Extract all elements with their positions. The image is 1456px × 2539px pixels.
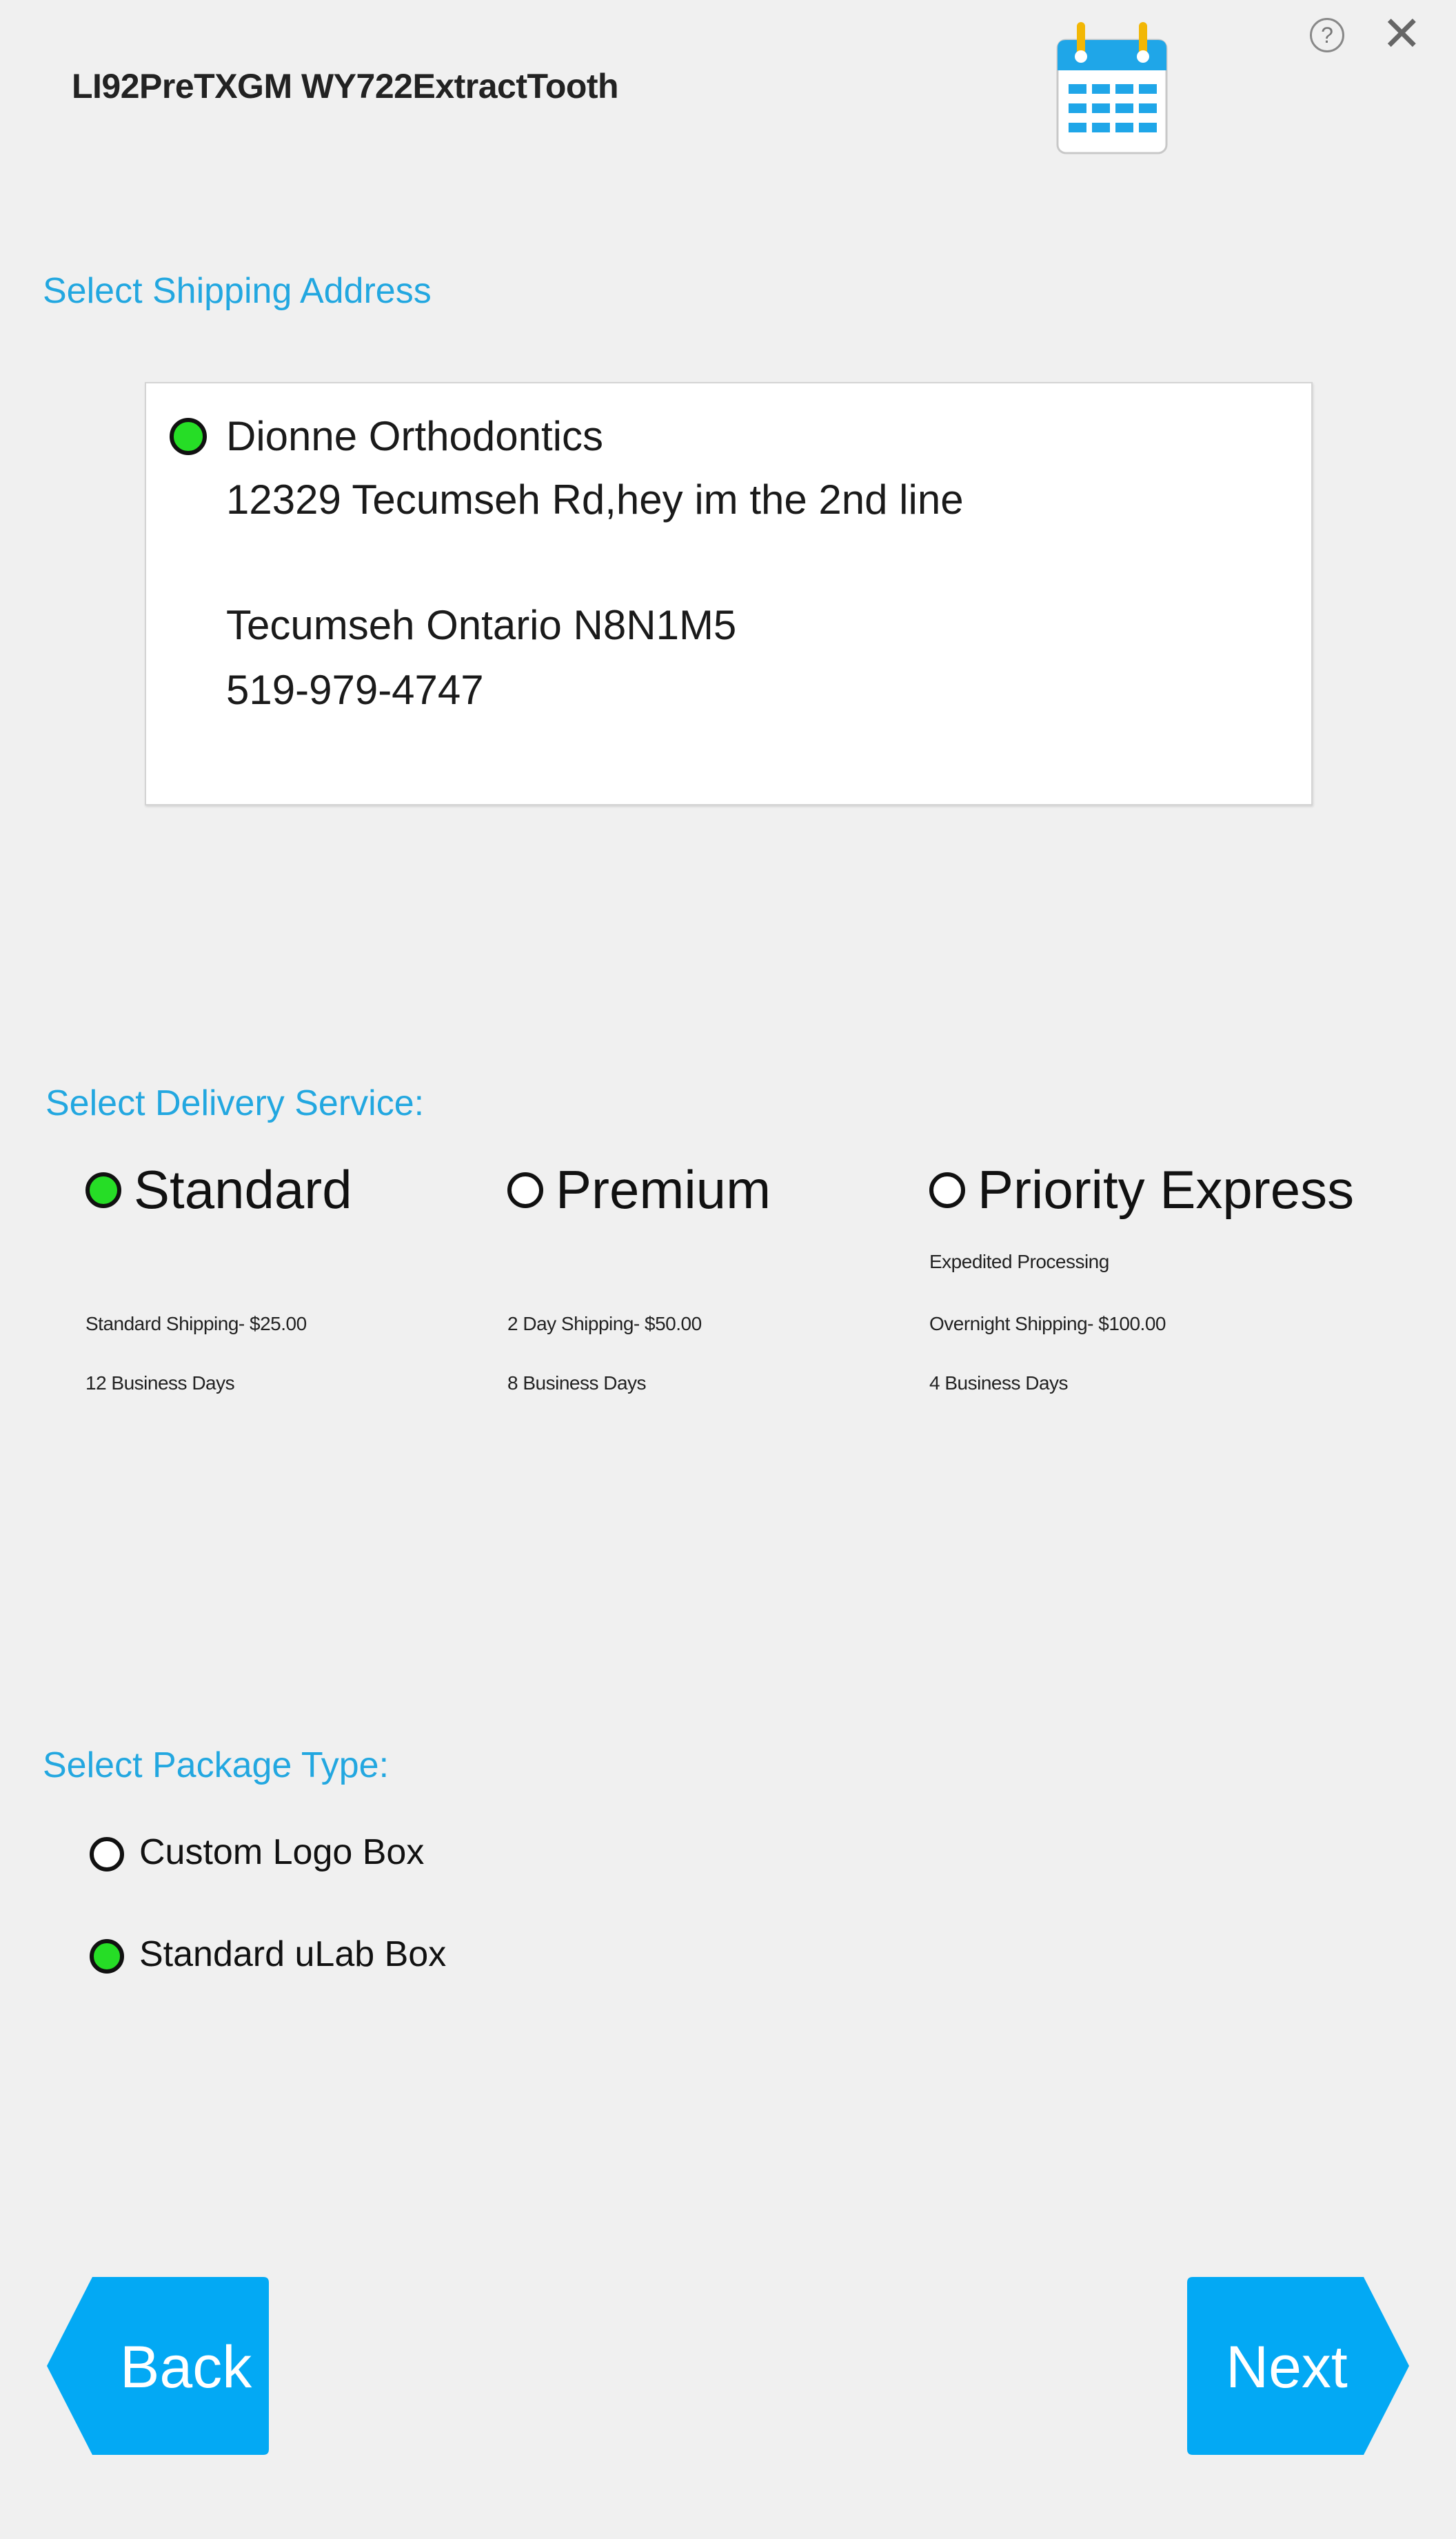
priority-express-note: Expedited Processing xyxy=(929,1251,1109,1272)
shipping-address-label: Select Shipping Address xyxy=(43,271,432,311)
priority-express-days: 4 Business Days xyxy=(929,1372,1069,1394)
standard-price: Standard Shipping- $25.00 xyxy=(85,1313,307,1334)
close-icon[interactable]: ✕ xyxy=(1382,10,1422,58)
priority-express-radio[interactable] xyxy=(929,1172,965,1208)
priority-express-label: Priority Express xyxy=(978,1159,1355,1220)
next-button[interactable]: Next xyxy=(1183,2273,1413,2459)
standard-ulab-box-label: Standard uLab Box xyxy=(139,1934,447,1974)
address-name: Dionne Orthodontics xyxy=(226,413,603,459)
custom-logo-box-radio[interactable] xyxy=(90,1837,124,1871)
custom-logo-box-label: Custom Logo Box xyxy=(139,1832,425,1872)
address-phone: 519-979-4747 xyxy=(226,667,484,713)
package-option-standard-ulab-box[interactable]: Standard uLab Box xyxy=(90,1934,538,1982)
calendar-icon[interactable] xyxy=(1053,19,1171,157)
help-icon[interactable]: ? xyxy=(1310,18,1344,52)
standard-ulab-box-radio[interactable] xyxy=(90,1939,124,1974)
premium-days: 8 Business Days xyxy=(507,1372,647,1394)
shipping-address-card[interactable]: Dionne Orthodontics 12329 Tecumseh Rd,he… xyxy=(145,382,1313,805)
package-type-label: Select Package Type: xyxy=(43,1745,390,1785)
back-button-label: Back xyxy=(120,2334,252,2400)
delivery-service-label: Select Delivery Service: xyxy=(46,1083,425,1123)
premium-radio[interactable] xyxy=(507,1172,543,1208)
address-city-line: Tecumseh Ontario N8N1M5 xyxy=(226,602,737,648)
address-line1: 12329 Tecumseh Rd,hey im the 2nd line xyxy=(226,476,964,523)
next-button-label: Next xyxy=(1226,2334,1348,2400)
address-radio[interactable] xyxy=(170,418,207,455)
standard-days: 12 Business Days xyxy=(85,1372,235,1394)
premium-label: Premium xyxy=(556,1159,771,1220)
standard-radio[interactable] xyxy=(85,1172,121,1208)
standard-label: Standard xyxy=(134,1159,352,1220)
premium-price: 2 Day Shipping- $50.00 xyxy=(507,1313,702,1334)
back-button[interactable]: Back xyxy=(44,2273,273,2459)
package-option-custom-logo-box[interactable]: Custom Logo Box xyxy=(90,1832,503,1880)
page-title: LI92PreTXGM WY722ExtractTooth xyxy=(72,67,619,106)
priority-express-price: Overnight Shipping- $100.00 xyxy=(929,1313,1166,1334)
